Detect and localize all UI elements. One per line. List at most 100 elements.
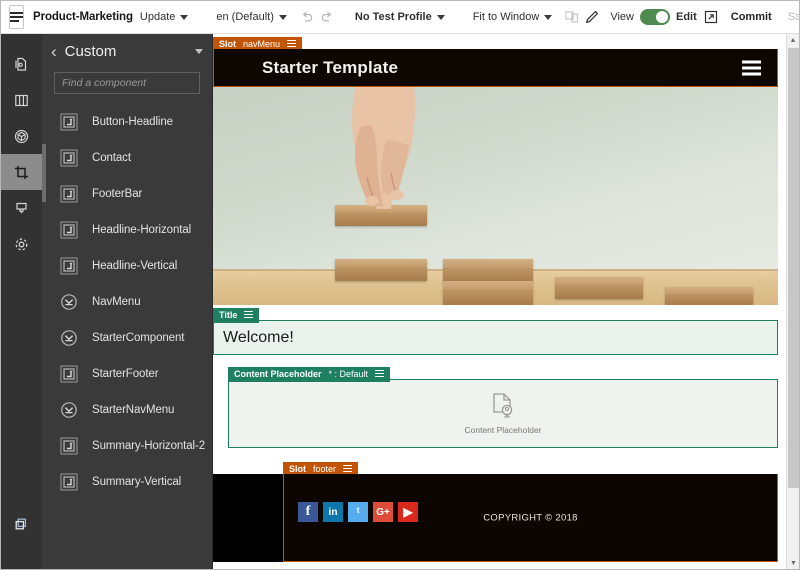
site-title: Starter Template bbox=[262, 57, 399, 77]
facebook-icon[interactable]: f bbox=[298, 502, 318, 522]
site-header: Starter Template bbox=[213, 49, 778, 87]
context-menu-icon[interactable] bbox=[244, 311, 254, 320]
component-list-item[interactable]: Contact bbox=[42, 140, 212, 176]
component-list-item[interactable]: Button-Headline bbox=[42, 104, 212, 140]
zoom-dropdown[interactable]: Fit to Window bbox=[473, 11, 553, 23]
device-preview-icon[interactable] bbox=[564, 6, 580, 28]
context-menu-icon[interactable] bbox=[343, 465, 353, 474]
title-component-badge[interactable]: Title bbox=[213, 308, 260, 323]
component-square-icon bbox=[58, 255, 80, 277]
wood-block-2b bbox=[443, 281, 533, 305]
sidebar-item-assets[interactable] bbox=[1, 118, 42, 154]
component-list-item[interactable]: NavMenu bbox=[42, 284, 212, 320]
chevron-down-icon[interactable] bbox=[195, 48, 203, 54]
search-wrapper bbox=[42, 68, 212, 102]
sidebar-item-layouts[interactable] bbox=[1, 82, 42, 118]
hero-image[interactable]: B I U Format Font Size bbox=[213, 87, 778, 305]
sidebar-item-styles[interactable] bbox=[1, 190, 42, 226]
component-list-item[interactable]: FooterBar bbox=[42, 176, 212, 212]
view-edit-toggle[interactable]: View Edit bbox=[610, 9, 697, 25]
cp-badge-suffix: * : Default bbox=[328, 369, 369, 379]
redo-icon[interactable] bbox=[319, 6, 335, 28]
page-root: Slot navMenu Starter Template Title Welc… bbox=[213, 34, 778, 562]
update-label: Update bbox=[139, 11, 176, 23]
test-profile-label: No Test Profile bbox=[354, 11, 432, 23]
component-label: NavMenu bbox=[92, 296, 141, 308]
title-badge-row: Title bbox=[213, 305, 778, 323]
save-button[interactable]: Save bbox=[788, 11, 799, 23]
hamburger-icon[interactable] bbox=[9, 5, 24, 29]
title-badge-label: Title bbox=[219, 310, 238, 320]
footer-content: f in ᵗ G+ ▶ COPYRIGHT © 2018 bbox=[283, 474, 778, 562]
content-placeholder-badge[interactable]: Content Placeholder * : Default bbox=[228, 367, 391, 382]
language-dropdown[interactable]: en (Default) bbox=[216, 11, 287, 23]
googleplus-icon[interactable]: G+ bbox=[373, 502, 393, 522]
chevron-down-icon bbox=[278, 14, 287, 20]
copyright-text: COPYRIGHT © 2018 bbox=[483, 512, 578, 523]
app-window: Product-Marketing Update en (Default) No… bbox=[0, 0, 800, 570]
chevron-down-icon bbox=[544, 14, 553, 20]
footer-left-gutter bbox=[213, 474, 283, 562]
site-footer: f in ᵗ G+ ▶ COPYRIGHT © 2018 bbox=[213, 474, 778, 562]
top-toolbar: Product-Marketing Update en (Default) No… bbox=[1, 1, 799, 34]
mode-toggle[interactable] bbox=[639, 9, 670, 25]
scroll-up-icon[interactable]: ▲ bbox=[787, 34, 799, 47]
title-editable-box[interactable]: Welcome! bbox=[213, 320, 778, 355]
component-circle-icon bbox=[58, 327, 80, 349]
undo-icon[interactable] bbox=[299, 6, 315, 28]
search-input[interactable] bbox=[54, 72, 200, 94]
component-label: Headline-Vertical bbox=[92, 260, 178, 272]
component-square-icon bbox=[58, 111, 80, 133]
wood-block-2a bbox=[443, 259, 533, 283]
zoom-label: Fit to Window bbox=[472, 11, 540, 23]
toggle-knob bbox=[655, 11, 668, 23]
component-square-icon bbox=[58, 183, 80, 205]
component-list-item[interactable]: StarterComponent bbox=[42, 320, 212, 356]
context-menu-icon[interactable] bbox=[375, 370, 385, 379]
commit-button[interactable]: Commit bbox=[731, 11, 772, 23]
context-menu-icon[interactable] bbox=[287, 40, 297, 49]
panel-scroll-indicator[interactable] bbox=[42, 144, 46, 202]
component-panel: ‹ Custom Button-Headline Contact FooterB… bbox=[42, 34, 213, 569]
test-profile-dropdown[interactable]: No Test Profile bbox=[355, 11, 445, 23]
component-list-item[interactable]: Headline-Horizontal bbox=[42, 212, 212, 248]
chevron-down-icon bbox=[436, 14, 445, 20]
footer-slot-type: Slot bbox=[289, 464, 306, 474]
component-square-icon bbox=[58, 471, 80, 493]
chevron-down-icon bbox=[180, 14, 189, 20]
page-canvas[interactable]: Slot navMenu Starter Template Title Welc… bbox=[213, 34, 786, 569]
update-dropdown[interactable]: Update bbox=[139, 11, 189, 23]
component-square-icon bbox=[58, 363, 80, 385]
sidebar-item-settings[interactable] bbox=[1, 226, 42, 262]
sidebar-item-components[interactable] bbox=[1, 154, 42, 190]
component-list-item[interactable]: Summary-Vertical bbox=[42, 464, 212, 500]
scroll-down-icon[interactable]: ▼ bbox=[787, 557, 799, 569]
linkedin-icon[interactable]: in bbox=[323, 502, 343, 522]
component-list-item[interactable]: StarterNavMenu bbox=[42, 392, 212, 428]
panel-header: ‹ Custom bbox=[42, 34, 212, 68]
wood-block-4 bbox=[665, 287, 753, 305]
component-label: Headline-Horizontal bbox=[92, 224, 192, 236]
component-list-item[interactable]: StarterFooter bbox=[42, 356, 212, 392]
twitter-icon[interactable]: ᵗ bbox=[348, 502, 368, 522]
scrollbar-thumb[interactable] bbox=[788, 48, 799, 488]
chevron-left-icon[interactable]: ‹ bbox=[51, 43, 57, 60]
component-list-item[interactable]: Summary-Horizontal-2 bbox=[42, 428, 212, 464]
content-placeholder-badge-row: Content Placeholder * : Default bbox=[228, 364, 778, 382]
language-label: en (Default) bbox=[216, 11, 274, 23]
wood-block-1 bbox=[335, 259, 427, 281]
sidebar-item-pages[interactable] bbox=[1, 46, 42, 82]
sidebar-item-duplicate[interactable] bbox=[1, 506, 42, 542]
open-external-icon[interactable] bbox=[703, 6, 719, 28]
youtube-icon[interactable]: ▶ bbox=[398, 502, 418, 522]
measure-icon[interactable] bbox=[584, 6, 600, 28]
component-circle-icon bbox=[58, 291, 80, 313]
hand-illustration bbox=[352, 87, 415, 209]
site-hamburger-icon[interactable] bbox=[742, 60, 761, 75]
component-square-icon bbox=[58, 435, 80, 457]
canvas-vertical-scrollbar[interactable]: ▲ ▼ bbox=[786, 34, 799, 569]
content-placeholder-area[interactable]: Content Placeholder bbox=[228, 379, 778, 448]
document-pin-icon bbox=[493, 393, 513, 418]
component-list-item[interactable]: Headline-Vertical bbox=[42, 248, 212, 284]
panel-title: Custom bbox=[64, 42, 117, 60]
